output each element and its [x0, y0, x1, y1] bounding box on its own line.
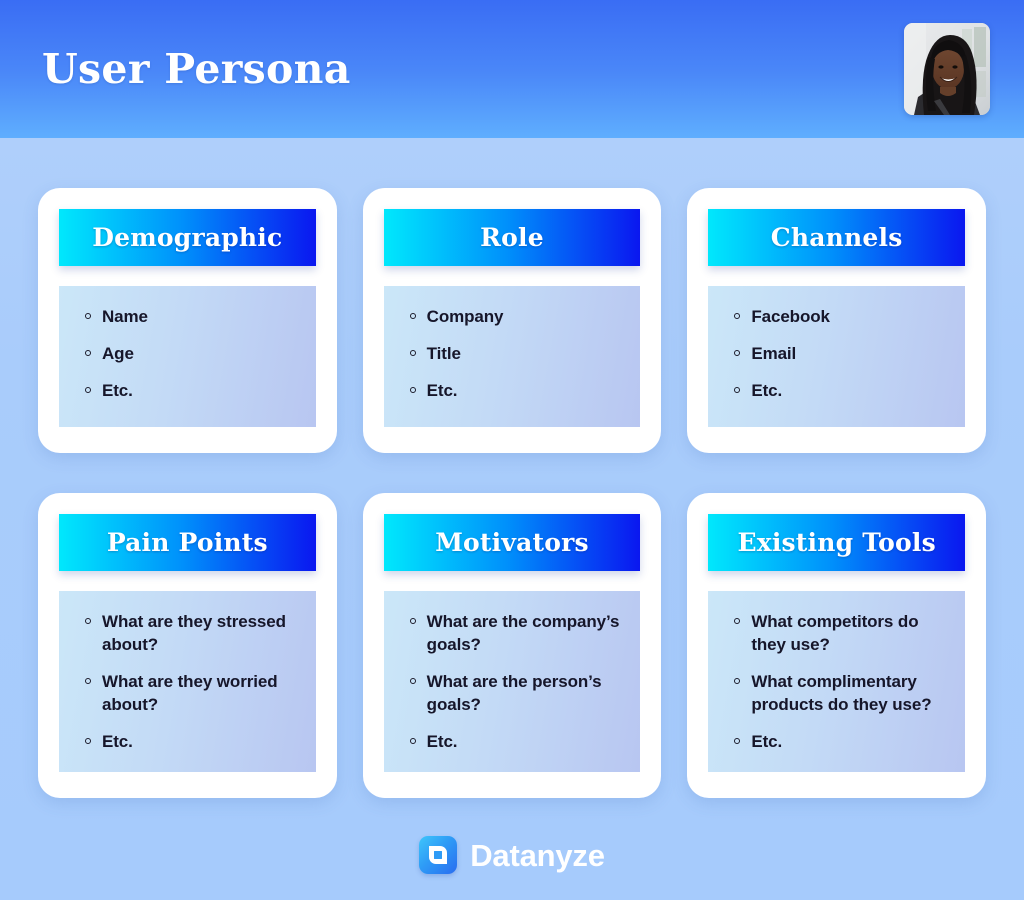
list-item: Company [400, 305, 625, 328]
persona-card-grid: Demographic Name Age Etc. Role Company T… [0, 138, 1024, 798]
avatar-photo-icon [904, 23, 990, 115]
bullet-icon [409, 387, 416, 394]
list-item: What are the company’s goals? [400, 610, 625, 656]
list-item: What complimentary products do they use? [724, 670, 949, 716]
list-item-label: Company [426, 307, 504, 326]
bullet-icon [409, 738, 416, 745]
card-title: Motivators [435, 528, 589, 557]
bullet-list: Name Age Etc. [75, 305, 300, 402]
list-item-label: What complimentary products do they use? [751, 672, 932, 715]
bullet-icon [734, 618, 741, 624]
bullet-icon [85, 313, 91, 319]
bullet-icon [85, 738, 91, 745]
card-body-pain-points: What are they stressed about? What are t… [59, 591, 316, 772]
user-persona-infographic: User Persona Demographic Name Age Etc. R… [0, 0, 1024, 900]
list-item: Etc. [400, 379, 625, 402]
list-item-label: What are the company’s goals? [426, 612, 620, 655]
bullet-icon [85, 678, 91, 685]
bullet-icon [409, 678, 416, 685]
page-title: User Persona [42, 44, 351, 93]
page-header: User Persona [0, 0, 1024, 138]
list-item-label: What are they stressed about? [102, 612, 286, 655]
persona-card-channels: Channels Facebook Email Etc. [687, 188, 986, 453]
card-title: Existing Tools [737, 528, 936, 557]
card-header-existing-tools: Existing Tools [708, 514, 965, 571]
card-body-existing-tools: What competitors do they use? What compl… [708, 591, 965, 772]
card-title: Demographic [92, 223, 283, 252]
card-header-channels: Channels [708, 209, 965, 266]
bullet-list: What are the company’s goals? What are t… [400, 610, 625, 754]
card-title: Role [480, 223, 544, 252]
list-item-label: Email [751, 344, 797, 364]
list-item: Email [724, 342, 949, 365]
list-item-label: Etc. [426, 381, 458, 401]
list-item-label: What are they worried about? [102, 672, 278, 715]
card-title: Pain Points [106, 528, 268, 557]
bullet-list: Company Title Etc. [400, 305, 625, 402]
footer-branding: Datanyze [0, 836, 1024, 874]
card-header-pain-points: Pain Points [59, 514, 316, 571]
list-item-label: Etc. [102, 381, 133, 401]
list-item-label: Etc. [751, 732, 783, 752]
persona-card-role: Role Company Title Etc. [362, 188, 662, 453]
list-item: What are they stressed about? [75, 610, 300, 656]
bullet-icon [85, 387, 91, 394]
bullet-icon [734, 678, 741, 685]
list-item-label: Etc. [102, 732, 133, 752]
card-body-role: Company Title Etc. [383, 286, 641, 427]
list-item: Etc. [75, 730, 300, 753]
list-item: Etc. [400, 730, 625, 753]
avatar [904, 23, 990, 115]
card-header-motivators: Motivators [383, 514, 641, 571]
brand-name: Datanyze [470, 837, 605, 873]
bullet-icon [734, 313, 741, 319]
bullet-icon [409, 350, 416, 357]
card-body-channels: Facebook Email Etc. [708, 286, 965, 427]
list-item-label: Age [102, 344, 134, 364]
persona-card-existing-tools: Existing Tools What competitors do they … [687, 493, 986, 798]
persona-card-motivators: Motivators What are the company’s goals?… [362, 493, 662, 798]
list-item: Etc. [724, 379, 949, 402]
list-item-label: Name [102, 307, 148, 326]
bullet-list: What are they stressed about? What are t… [75, 610, 300, 754]
list-item: What competitors do they use? [724, 610, 949, 656]
persona-card-demographic: Demographic Name Age Etc. [38, 188, 337, 453]
list-item-label: Etc. [426, 732, 458, 752]
list-item: What are the person’s goals? [400, 670, 625, 716]
list-item: Age [75, 342, 300, 365]
list-item-label: Facebook [751, 307, 830, 326]
list-item: Title [400, 342, 625, 365]
list-item-label: What competitors do they use? [751, 612, 919, 655]
bullet-list: Facebook Email Etc. [724, 305, 949, 402]
list-item: What are they worried about? [75, 670, 300, 716]
list-item: Etc. [724, 730, 949, 753]
card-body-demographic: Name Age Etc. [59, 286, 316, 427]
card-header-demographic: Demographic [59, 209, 316, 266]
bullet-icon [734, 387, 741, 394]
list-item-label: Etc. [751, 381, 783, 401]
datanyze-d-glyph-icon [429, 846, 448, 864]
list-item-label: What are the person’s goals? [426, 672, 602, 715]
bullet-list: What competitors do they use? What compl… [724, 610, 949, 754]
list-item: Facebook [724, 305, 949, 328]
bullet-icon [409, 313, 416, 319]
bullet-icon [734, 350, 741, 357]
list-item: Name [75, 305, 300, 328]
persona-card-pain-points: Pain Points What are they stressed about… [38, 493, 337, 798]
card-title: Channels [770, 223, 903, 252]
list-item: Etc. [75, 379, 300, 402]
card-body-motivators: What are the company’s goals? What are t… [383, 591, 641, 772]
bullet-icon [409, 618, 416, 624]
bullet-icon [85, 618, 91, 624]
bullet-icon [85, 350, 91, 357]
bullet-icon [734, 738, 741, 745]
list-item-label: Title [426, 344, 461, 364]
card-header-role: Role [383, 209, 641, 266]
datanyze-logo-icon [419, 836, 458, 874]
